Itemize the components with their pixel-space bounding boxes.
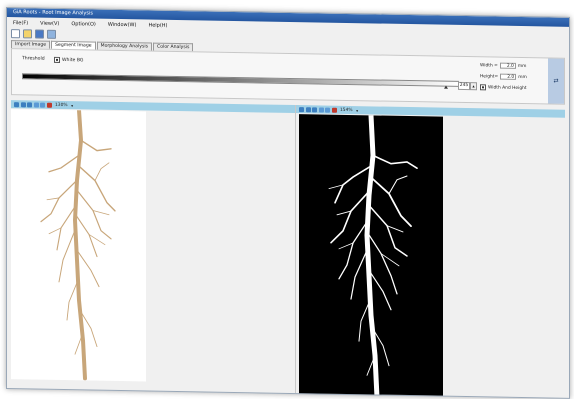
width-label: Width = xyxy=(480,62,498,69)
zoom-in-icon[interactable] xyxy=(14,101,19,107)
segmented-root-mask xyxy=(328,112,418,399)
print-icon[interactable] xyxy=(47,29,56,39)
white-bg-label: White BG xyxy=(62,57,84,63)
threshold-value-field[interactable]: 245 xyxy=(458,81,470,91)
width-and-height-checkbox[interactable] xyxy=(480,84,486,91)
original-root-image[interactable] xyxy=(11,108,146,382)
width-unit: mm xyxy=(517,63,527,69)
threshold-gradient-slider[interactable] xyxy=(22,73,459,87)
height-label: Height= xyxy=(480,73,499,80)
zoom-out-icon[interactable] xyxy=(305,106,311,112)
zoom-in-icon[interactable] xyxy=(299,106,304,112)
open-folder-icon[interactable] xyxy=(23,28,32,38)
chevron-down-icon[interactable]: ▾ xyxy=(71,103,73,108)
new-file-icon[interactable] xyxy=(11,28,20,38)
right-zoom-level[interactable]: 154% xyxy=(340,107,353,112)
apply-button[interactable]: ⇄ xyxy=(548,58,564,104)
select-icon[interactable] xyxy=(40,102,45,108)
zoom-fit-icon[interactable] xyxy=(27,101,32,107)
white-bg-option[interactable]: White BG xyxy=(54,56,84,64)
height-row: Height= 2.0 mm xyxy=(480,73,527,80)
width-and-height-option[interactable]: Width And Height xyxy=(480,84,527,91)
menu-view[interactable]: View(V) xyxy=(40,20,59,26)
save-icon[interactable] xyxy=(35,29,44,39)
segmented-root-image[interactable] xyxy=(299,112,443,399)
threshold-label: Threshold xyxy=(22,56,45,62)
left-zoom-level[interactable]: 130% xyxy=(55,102,68,107)
zoom-actual-icon[interactable] xyxy=(33,101,39,108)
application-window: GiA Roots - Root Image Analysis File(F) … xyxy=(6,7,570,399)
root-photo xyxy=(40,108,116,381)
zoom-out-icon[interactable] xyxy=(20,101,26,107)
toolbar xyxy=(11,28,56,39)
white-bg-checkbox[interactable] xyxy=(54,56,60,63)
width-field[interactable]: 2.0 xyxy=(499,62,516,69)
select-icon[interactable] xyxy=(325,107,330,113)
clear-icon[interactable] xyxy=(331,107,337,113)
zoom-fit-icon[interactable] xyxy=(312,106,317,112)
width-row: Width = 2.0 mm xyxy=(480,62,526,69)
menu-option[interactable]: Option(O) xyxy=(71,21,96,27)
chevron-down-icon[interactable]: ▾ xyxy=(356,108,358,113)
menu-file[interactable]: File(F) xyxy=(13,20,28,26)
segment-settings-panel: Threshold White BG 245 ▲ Width = 2.0 mm … xyxy=(11,48,565,105)
height-field[interactable]: 2.0 xyxy=(500,73,517,80)
height-unit: mm xyxy=(518,74,527,80)
zoom-actual-icon[interactable] xyxy=(318,106,324,113)
menu-help[interactable]: Help(H) xyxy=(148,22,167,28)
threshold-spinner[interactable]: ▲ xyxy=(470,82,477,91)
width-and-height-label: Width And Height xyxy=(488,84,527,91)
pane-divider[interactable] xyxy=(295,105,296,394)
threshold-slider-handle[interactable] xyxy=(444,85,448,89)
clear-icon[interactable] xyxy=(46,102,52,108)
menu-window[interactable]: Window(W) xyxy=(108,21,137,27)
